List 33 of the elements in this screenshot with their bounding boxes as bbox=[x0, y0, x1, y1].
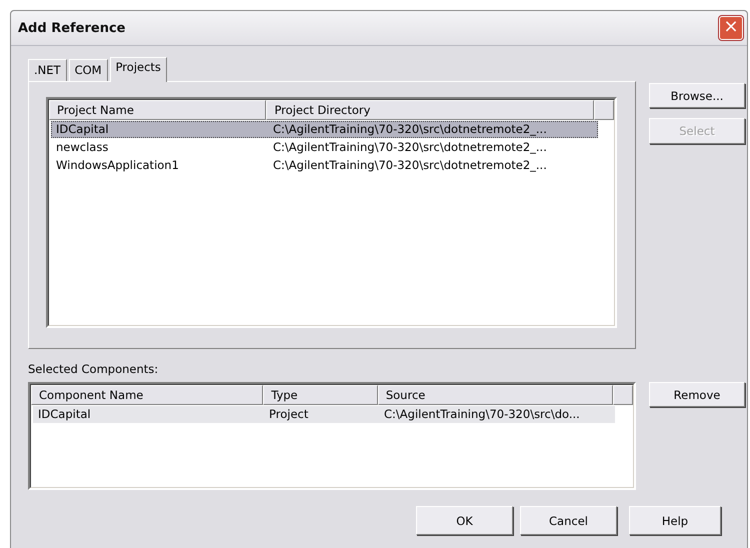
tab[interactable]: .NET bbox=[28, 59, 67, 81]
list-row[interactable]: WindowsApplication1 C:\AgilentTraining\70-320\src\dotnetremote2_... bbox=[51, 157, 598, 174]
column-header[interactable]: Component Name bbox=[31, 385, 264, 405]
list-cell-text: C:\AgilentTraining\70-320\src\dotnetremote2_... bbox=[272, 157, 548, 174]
project-list[interactable] bbox=[46, 97, 617, 328]
component-list[interactable]: Component Name Type Source IDCapital Project C:\AgilentTraining\70-320\src\do... bbox=[28, 382, 636, 490]
column-header[interactable]: Source bbox=[378, 385, 614, 405]
column-header-filler bbox=[594, 100, 614, 120]
column-header[interactable]: Project Name bbox=[49, 100, 266, 120]
section-label: Selected Components: bbox=[28, 362, 160, 376]
tab[interactable]: COM bbox=[68, 59, 108, 81]
cancel-button[interactable]: Cancel bbox=[520, 506, 617, 535]
remove-button[interactable]: Remove bbox=[649, 382, 745, 407]
tab[interactable]: Projects bbox=[110, 57, 167, 82]
browse-button[interactable]: Browse... bbox=[649, 83, 745, 108]
list-row[interactable]: IDCapital Project C:\AgilentTraining\70-320\src\do... bbox=[33, 406, 615, 423]
help-button[interactable]: Help bbox=[629, 506, 721, 535]
list-row[interactable]: newclass C:\AgilentTraining\70-320\src\dotnetremote2_... bbox=[51, 139, 598, 156]
list-row[interactable]: IDCapital C:\AgilentTraining\70-320\src\dotnetremote2_... bbox=[51, 121, 598, 138]
ok-button[interactable]: OK bbox=[416, 506, 513, 535]
list-cell-text: IDCapital bbox=[55, 121, 110, 138]
list-cell-text: Project bbox=[268, 406, 310, 423]
column-header-filler bbox=[613, 385, 634, 405]
column-header[interactable]: Type bbox=[263, 385, 378, 405]
list-cell-text: C:\AgilentTraining\70-320\src\dotnetremote2_... bbox=[272, 139, 548, 156]
list-cell-text: newclass bbox=[55, 139, 110, 156]
list-cell-text: C:\AgilentTraining\70-320\src\dotnetremote2_... bbox=[272, 121, 548, 138]
window-title: Add Reference bbox=[17, 20, 126, 36]
column-header[interactable]: Project Directory bbox=[266, 100, 594, 120]
list-cell-text: C:\AgilentTraining\70-320\src\do... bbox=[383, 406, 581, 423]
close-button[interactable]: × bbox=[719, 16, 743, 40]
list-cell-text: WindowsApplication1 bbox=[55, 157, 180, 174]
list-cell-text: IDCapital bbox=[37, 406, 92, 423]
